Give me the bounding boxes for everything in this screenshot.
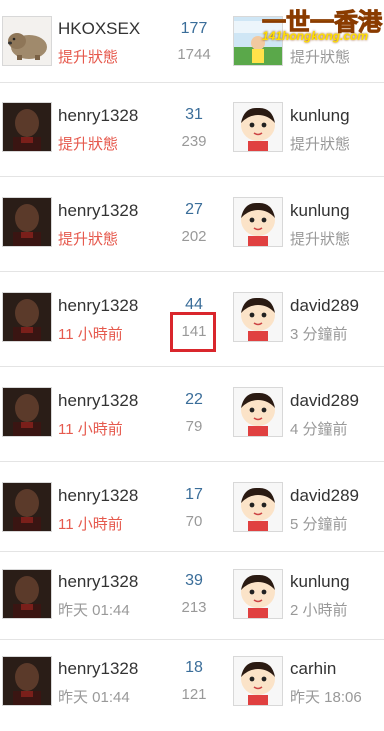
thread-status: 昨天 01:44 (58, 602, 130, 619)
row-divider (0, 461, 384, 462)
thread-status: 11 小時前 (58, 326, 123, 343)
thread-status: 昨天 01:44 (58, 689, 130, 706)
view-count: 202 (181, 228, 207, 245)
cartoon-avatar[interactable] (233, 482, 283, 532)
row-divider (0, 82, 384, 83)
reply-count: 39 (185, 572, 203, 589)
view-count: 121 (181, 686, 207, 703)
last-post-time: 提升狀態 (290, 231, 351, 248)
reply-count: 177 (180, 20, 208, 37)
thread-author[interactable]: henry1328 (58, 391, 138, 411)
user-avatar[interactable] (2, 656, 52, 706)
thread-row[interactable]: henry1328 11 小時前 22 79 david289 4 分鐘前 (0, 368, 384, 458)
thread-status: 提升狀態 (58, 49, 119, 66)
reply-count: 31 (185, 106, 203, 123)
cartoon-avatar[interactable] (233, 387, 283, 437)
user-avatar[interactable] (2, 569, 52, 619)
cartoon-avatar[interactable] (233, 656, 283, 706)
wombat-avatar[interactable] (2, 16, 52, 66)
user-avatar[interactable] (2, 292, 52, 342)
thread-row[interactable]: henry1328 昨天 01:44 18 121 carhin 昨天 18:0… (0, 641, 384, 731)
last-poster[interactable]: david289 (290, 486, 359, 506)
view-count-highlight-box (170, 312, 216, 352)
user-avatar[interactable] (2, 197, 52, 247)
row-divider (0, 639, 384, 640)
thread-row[interactable]: henry1328 11 小時前 17 70 david289 5 分鐘前 (0, 463, 384, 553)
thread-row[interactable]: henry1328 提升狀態 27 202 kunlung 提升狀態 (0, 178, 384, 268)
thread-author[interactable]: henry1328 (58, 106, 138, 126)
last-post-time: 4 分鐘前 (290, 421, 348, 438)
view-count: 239 (181, 133, 207, 150)
view-count: 1744 (177, 46, 211, 63)
last-poster[interactable]: carhin (290, 659, 336, 679)
row-divider (0, 271, 384, 272)
last-post-time: 提升狀態 (290, 136, 351, 153)
thread-status: 11 小時前 (58, 516, 123, 533)
user-avatar[interactable] (2, 102, 52, 152)
thread-row[interactable]: HKOXSEX 提升狀態 177 1744 提升狀態 一世一香港 141hong… (0, 0, 384, 80)
thread-row[interactable]: henry1328 昨天 01:44 39 213 kunlung 2 小時前 (0, 553, 384, 643)
user-avatar[interactable] (2, 482, 52, 532)
view-count: 79 (185, 418, 203, 435)
reply-count: 18 (185, 659, 203, 676)
row-divider (0, 551, 384, 552)
thread-author[interactable]: henry1328 (58, 572, 138, 592)
last-poster[interactable]: kunlung (290, 201, 350, 221)
thread-author[interactable]: henry1328 (58, 659, 138, 679)
last-post-time: 3 分鐘前 (290, 326, 348, 343)
last-poster[interactable]: kunlung (290, 106, 350, 126)
cartoon-avatar[interactable] (233, 292, 283, 342)
thread-status: 提升狀態 (58, 231, 119, 248)
thread-status: 11 小時前 (58, 421, 123, 438)
row-divider (0, 176, 384, 177)
last-post-time: 昨天 18:06 (290, 689, 362, 706)
last-poster[interactable]: kunlung (290, 572, 350, 592)
user-avatar[interactable] (2, 387, 52, 437)
thread-status: 提升狀態 (58, 136, 119, 153)
thread-author[interactable]: henry1328 (58, 201, 138, 221)
last-post-time: 5 分鐘前 (290, 516, 348, 533)
row-divider (0, 366, 384, 367)
view-count: 213 (181, 599, 207, 616)
reply-count: 27 (185, 201, 203, 218)
thread-author[interactable]: henry1328 (58, 296, 138, 316)
last-poster[interactable]: david289 (290, 391, 359, 411)
site-logo-url: 141hongkong.com (262, 29, 369, 43)
thread-row[interactable]: henry1328 提升狀態 31 239 kunlung 提升狀態 (0, 84, 384, 174)
last-post-time: 提升狀態 (290, 49, 351, 66)
cartoon-avatar[interactable] (233, 569, 283, 619)
view-count: 70 (185, 513, 203, 530)
reply-count: 22 (185, 391, 203, 408)
reply-count: 17 (185, 486, 203, 503)
thread-author[interactable]: henry1328 (58, 486, 138, 506)
last-poster[interactable]: david289 (290, 296, 359, 316)
last-post-time: 2 小時前 (290, 602, 348, 619)
thread-author[interactable]: HKOXSEX (58, 19, 140, 39)
cartoon-avatar[interactable] (233, 197, 283, 247)
cartoon-avatar[interactable] (233, 102, 283, 152)
